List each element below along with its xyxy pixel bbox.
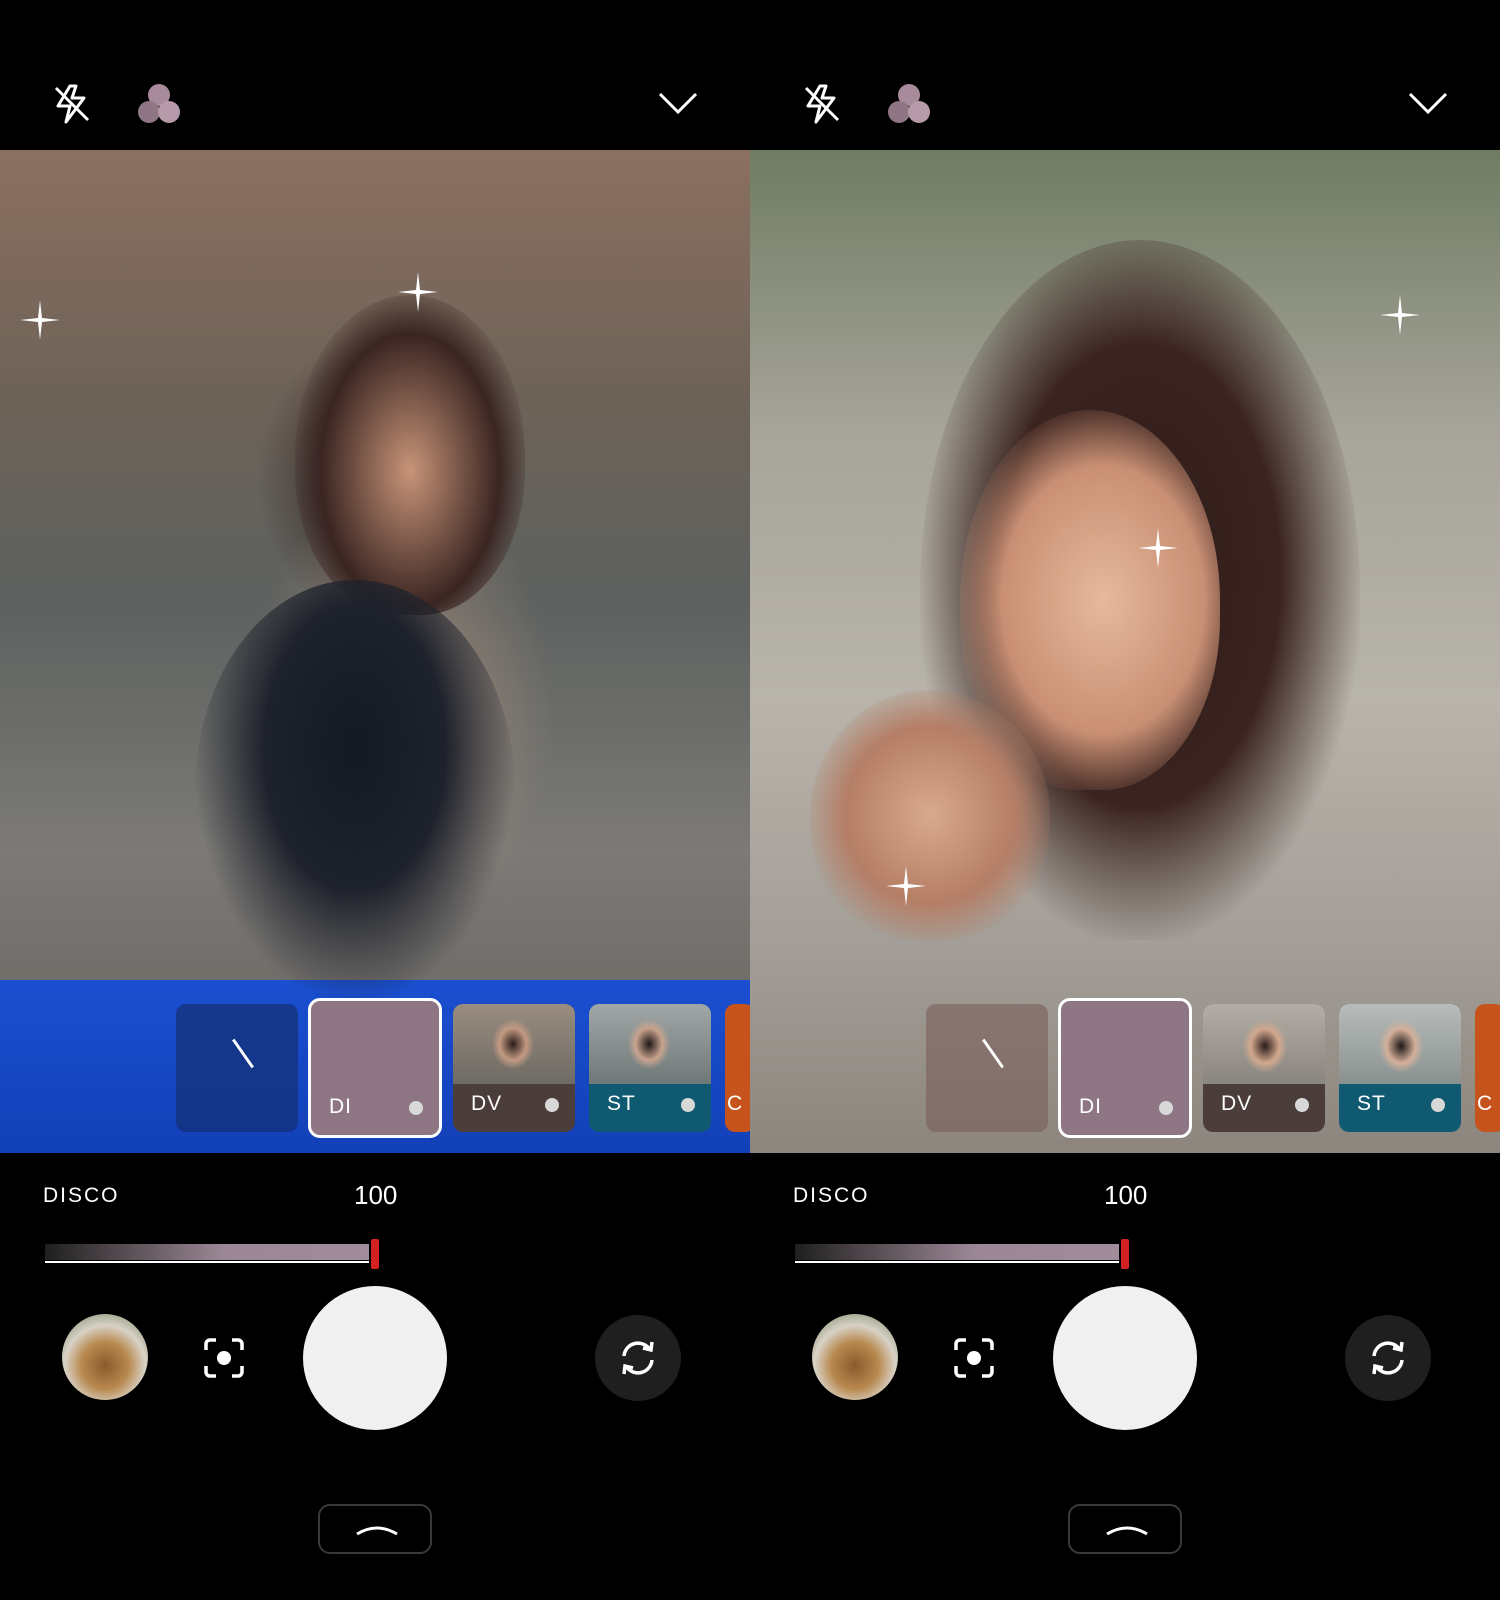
flip-camera-icon bbox=[1372, 1341, 1404, 1375]
camera-panel-left: DI DV ST C DISCO 100 bbox=[0, 0, 750, 1600]
sparkle-icon bbox=[886, 866, 926, 906]
filters-icon[interactable] bbox=[886, 82, 932, 126]
shutter-button[interactable] bbox=[1053, 1286, 1197, 1430]
drawer-toggle-button[interactable] bbox=[318, 1504, 432, 1554]
chip-indicator-dot bbox=[681, 1098, 695, 1112]
chip-thumbnail bbox=[589, 1004, 711, 1084]
top-bar bbox=[0, 0, 750, 150]
no-filter-icon bbox=[982, 1038, 1004, 1069]
filter-chip-none[interactable] bbox=[176, 1004, 298, 1132]
slider-thumb[interactable] bbox=[1121, 1239, 1129, 1269]
flash-off-icon[interactable] bbox=[50, 82, 94, 126]
filter-chip-c[interactable]: C bbox=[725, 1004, 750, 1132]
sparkle-icon bbox=[398, 272, 438, 312]
chip-label: DV bbox=[471, 1092, 503, 1115]
sparkle-icon bbox=[1138, 528, 1178, 568]
chip-label: DV bbox=[1221, 1092, 1253, 1115]
focus-icon[interactable] bbox=[952, 1336, 996, 1380]
filter-intensity-value: 100 bbox=[354, 1180, 398, 1210]
sparkle-icon bbox=[1380, 295, 1420, 335]
filter-name-label: DISCO bbox=[43, 1184, 120, 1207]
intensity-slider[interactable] bbox=[45, 1239, 379, 1269]
intensity-slider[interactable] bbox=[795, 1239, 1129, 1269]
focus-icon[interactable] bbox=[202, 1336, 246, 1380]
filter-chip-di[interactable]: DI bbox=[308, 998, 442, 1138]
filter-chip-c[interactable]: C bbox=[1475, 1004, 1500, 1132]
camera-panel-right: DI DV ST C DISCO 100 bbox=[750, 0, 1500, 1600]
drawer-toggle-button[interactable] bbox=[1068, 1504, 1182, 1554]
chip-label: DI bbox=[1079, 1095, 1102, 1118]
shutter-button[interactable] bbox=[303, 1286, 447, 1430]
chip-thumbnail bbox=[1339, 1004, 1461, 1084]
chip-label: C bbox=[727, 1092, 744, 1115]
chip-label: DI bbox=[329, 1095, 352, 1118]
no-filter-icon bbox=[232, 1038, 254, 1069]
chip-indicator-dot bbox=[1159, 1101, 1173, 1115]
chevron-up-icon bbox=[1106, 1526, 1148, 1536]
gallery-thumbnail[interactable] bbox=[812, 1314, 898, 1400]
flip-camera-button[interactable] bbox=[595, 1315, 681, 1401]
flip-camera-icon bbox=[622, 1341, 654, 1375]
filter-chip-di[interactable]: DI bbox=[1058, 998, 1192, 1138]
subject-hand bbox=[810, 690, 1050, 940]
chevron-down-icon[interactable] bbox=[1406, 88, 1450, 118]
slider-track bbox=[45, 1244, 369, 1260]
filter-chip-dv[interactable]: DV bbox=[453, 1004, 575, 1132]
top-bar bbox=[750, 0, 1500, 150]
subject-body bbox=[195, 580, 515, 1000]
sparkle-icon bbox=[20, 300, 60, 340]
chevron-up-icon bbox=[356, 1526, 398, 1536]
filter-name-label: DISCO bbox=[793, 1184, 870, 1207]
app-root: DI DV ST C DISCO 100 DI DV ST C DISCO 10… bbox=[0, 0, 1500, 1600]
chip-label: ST bbox=[1357, 1092, 1386, 1115]
filters-icon[interactable] bbox=[136, 82, 182, 126]
slider-baseline bbox=[45, 1261, 369, 1263]
chip-thumbnail bbox=[453, 1004, 575, 1084]
filter-chip-none[interactable] bbox=[926, 1004, 1048, 1132]
filter-chip-dv[interactable]: DV bbox=[1203, 1004, 1325, 1132]
slider-baseline bbox=[795, 1261, 1119, 1263]
chip-indicator-dot bbox=[545, 1098, 559, 1112]
filter-intensity-value: 100 bbox=[1104, 1180, 1148, 1210]
subject-silhouette bbox=[295, 295, 525, 615]
chevron-down-icon[interactable] bbox=[656, 88, 700, 118]
gallery-thumbnail[interactable] bbox=[62, 1314, 148, 1400]
chip-indicator-dot bbox=[409, 1101, 423, 1115]
chip-label: C bbox=[1477, 1092, 1494, 1115]
flip-camera-button[interactable] bbox=[1345, 1315, 1431, 1401]
filter-chip-st[interactable]: ST bbox=[589, 1004, 711, 1132]
chip-indicator-dot bbox=[1295, 1098, 1309, 1112]
chip-indicator-dot bbox=[1431, 1098, 1445, 1112]
chip-thumbnail bbox=[1203, 1004, 1325, 1084]
slider-track bbox=[795, 1244, 1119, 1260]
filter-chip-st[interactable]: ST bbox=[1339, 1004, 1461, 1132]
flash-off-icon[interactable] bbox=[800, 82, 844, 126]
slider-thumb[interactable] bbox=[371, 1239, 379, 1269]
chip-label: ST bbox=[607, 1092, 636, 1115]
